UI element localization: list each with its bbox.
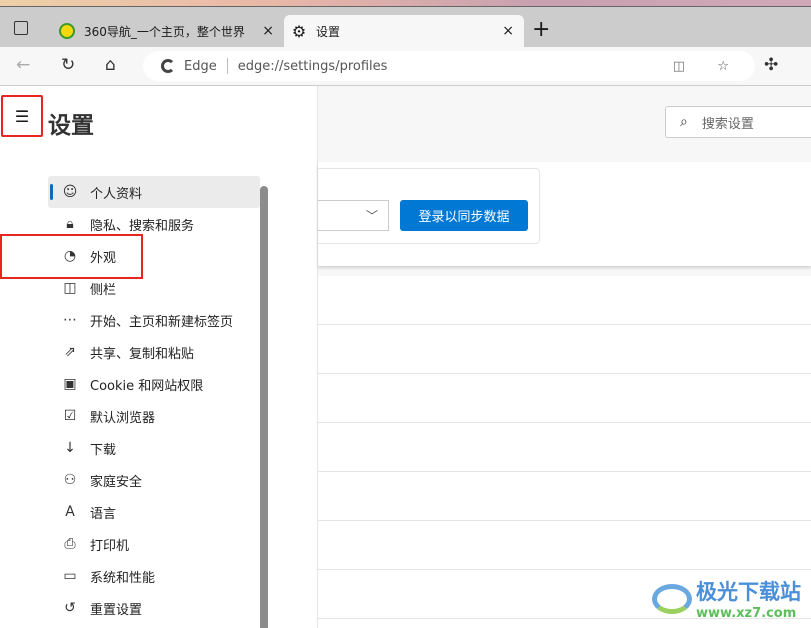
list-item[interactable] [318,521,811,570]
watermark-logo: 极光下载站 www.xz7.com [652,576,801,621]
sidebar-item-label: 开始、主页和新建标签页 [90,314,234,330]
search-icon: ⌕ [680,114,688,130]
desktop-wallpaper [0,0,811,7]
hamburger-icon: ☰ [14,106,30,126]
sidebar-item-label: 语言 [90,506,117,522]
reset-icon: ↺ [64,600,76,616]
sidebar-scrollbar[interactable] [260,186,268,628]
page-title: 设置 [48,113,94,139]
sidebar-item-label: 侧栏 [90,282,117,298]
sidebar-item-laptop[interactable]: ▭ 系统和性能 [48,560,260,592]
menu-button[interactable]: ☰ [1,95,43,137]
sidebar-item-label: 重置设置 [90,602,143,618]
sidebar-item-download[interactable]: ↓ 下载 [48,432,260,464]
sidebar-item-profile[interactable]: ☺ 个人资料 [48,176,260,208]
list-item[interactable] [318,276,811,325]
360-logo-icon [58,22,76,40]
highlight-box [0,234,143,279]
laptop-icon: ▭ [63,568,77,584]
home-tabs-icon: ⋯ [63,312,77,328]
profile-card: ﹀ 登录以同步数据 [318,168,540,244]
sidebar-item-label: 系统和性能 [90,570,156,586]
download-icon: ↓ [64,440,76,456]
language-icon: A [65,504,75,520]
sidebar-item-label: 打印机 [90,538,130,554]
sidebar-item-label: 家庭安全 [90,474,143,490]
sidebar-item-default-browser[interactable]: ☑ 默认浏览器 [48,400,260,432]
profile-panel: ﹀ 登录以同步数据 [318,162,811,266]
list-item[interactable] [318,374,811,423]
share-icon: ⇗ [64,344,76,360]
edge-logo-icon [161,59,175,73]
sidebar-item-label: 隐私、搜索和服务 [90,218,195,234]
refresh-icon[interactable]: ↻ [61,55,75,75]
search-settings-input[interactable]: ⌕ 搜索设置 [665,106,811,138]
list-item[interactable] [318,472,811,521]
tab-bar: 360导航_一个主页，整个世界 × ⚙ 设置 × + [0,7,811,47]
gear-icon: ⚙ [291,21,307,41]
chevron-down-icon: ﹀ [365,209,378,223]
list-item[interactable] [318,325,811,374]
swirl-logo-icon [652,583,692,614]
split-screen-icon[interactable]: ◫ [673,59,685,74]
printer-icon: ⎙ [64,536,76,552]
sidebar-item-label: 共享、复制和粘贴 [90,346,195,362]
profile-icon: ☺ [62,184,78,200]
new-tab-button[interactable]: + [532,17,550,42]
tab-settings[interactable]: ⚙ 设置 × [284,15,524,47]
tab-360[interactable]: 360导航_一个主页，整个世界 × [52,15,284,47]
extensions-icon[interactable]: ✣ [764,55,778,75]
settings-sidebar: ☰ 设置 ☺ 个人资料 🔒︎ 隐私、搜索和服务 ◔ 外观 ◫ 侧栏 ⋯ 开始、主页和新建标签页 ⇗ 共… [0,86,318,628]
tab-actions-icon[interactable] [14,21,28,35]
sign-in-sync-button[interactable]: 登录以同步数据 [400,200,528,231]
sidebar-item-reset[interactable]: ↺ 重置设置 [48,592,260,624]
address-input[interactable]: Edge edge://settings/profiles ◫ ☆ [143,51,755,81]
default-browser-icon: ☑ [63,408,77,424]
divider [226,58,228,74]
family-icon: ⚇ [63,472,77,488]
lock-icon: 🔒︎ [66,216,74,232]
list-item[interactable] [318,423,811,472]
sidebar-item-family[interactable]: ⚇ 家庭安全 [48,464,260,496]
sidebar-item-label: 个人资料 [90,186,143,202]
sidebar-item-language[interactable]: A 语言 [48,496,260,528]
sidebar-item-cookie[interactable]: ▣ Cookie 和网站权限 [48,368,260,400]
profile-dropdown[interactable]: ﹀ [318,200,389,231]
sidebar-item-share[interactable]: ⇗ 共享、复制和粘贴 [48,336,260,368]
close-tab-icon[interactable]: × [502,23,514,39]
close-tab-icon[interactable]: × [262,23,274,39]
address-bar-row: ← ↻ ⌂ Edge edge://settings/profiles ◫ ☆ … [0,47,811,86]
back-icon[interactable]: ← [16,55,30,75]
sidebar-item-label: Cookie 和网站权限 [90,378,204,394]
sidebar-icon: ◫ [63,280,77,296]
home-icon[interactable]: ⌂ [105,55,116,75]
sidebar-item-home-tabs[interactable]: ⋯ 开始、主页和新建标签页 [48,304,260,336]
sidebar-item-printer[interactable]: ⎙ 打印机 [48,528,260,560]
sidebar-item-label: 下载 [90,442,117,458]
sidebar-item-label: 默认浏览器 [90,410,156,426]
cookie-icon: ▣ [63,376,77,392]
favorite-add-icon[interactable]: ☆ [717,59,729,74]
